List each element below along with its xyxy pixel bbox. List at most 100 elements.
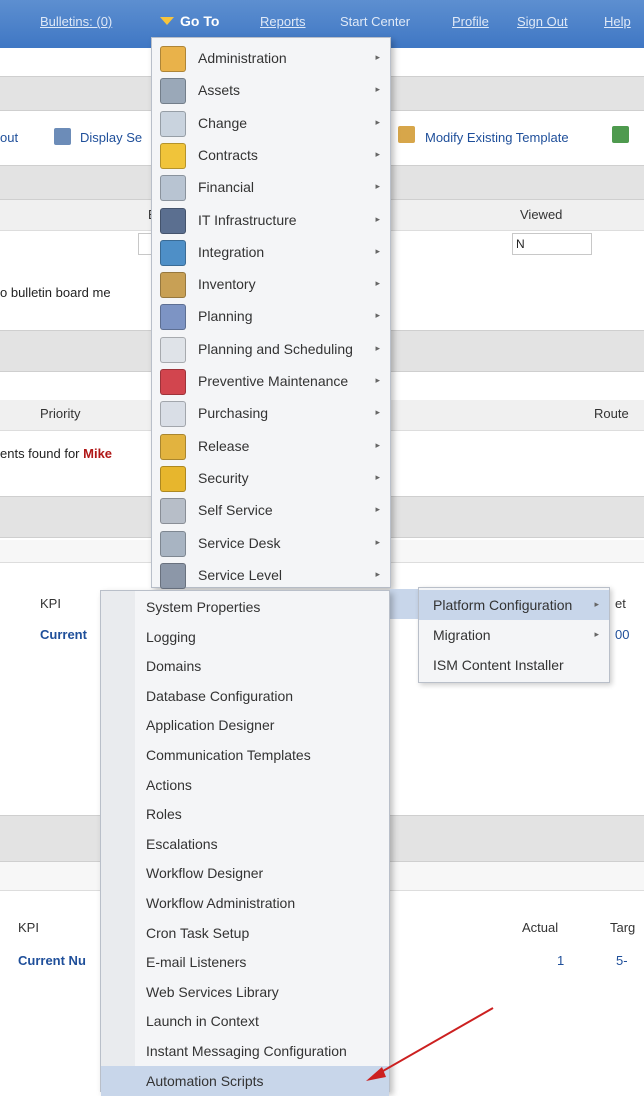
config-submenu-item-label: System Properties xyxy=(146,599,261,615)
toolbar-layout-link[interactable]: out xyxy=(0,130,18,145)
goto-menu-item-planning-and-scheduling[interactable]: Planning and Scheduling ▸ xyxy=(152,333,390,365)
assets-icon xyxy=(160,78,186,105)
platform-highlight-strip xyxy=(390,589,420,619)
config-submenu-item-communication-templates[interactable]: Communication Templates xyxy=(101,740,389,770)
release-icon xyxy=(160,433,186,460)
config-submenu-item-label: Workflow Designer xyxy=(146,865,264,882)
change-icon xyxy=(160,110,186,137)
config-submenu-item-label: Actions xyxy=(146,776,192,793)
submenu-arrow-icon: ▸ xyxy=(375,504,380,515)
config-submenu-item-launch-in-context[interactable]: Launch in Context xyxy=(101,1006,389,1036)
planning-scheduling-icon xyxy=(160,336,186,363)
config-submenu-item-logging[interactable]: Logging xyxy=(101,622,389,652)
no-bulletin-message: o bulletin board me xyxy=(0,285,111,300)
config-submenu-item-application-designer[interactable]: Application Designer xyxy=(101,710,389,740)
submenu-arrow-icon: ▸ xyxy=(375,471,380,482)
config-submenu-item-workflow-designer[interactable]: Workflow Designer xyxy=(101,858,389,888)
config-submenu-item-system-properties[interactable]: System Properties xyxy=(101,592,389,622)
submenu-arrow-icon: ▸ xyxy=(375,116,380,127)
help-link[interactable]: Help xyxy=(604,14,631,29)
config-submenu-item-cron-task-setup[interactable]: Cron Task Setup xyxy=(101,918,389,948)
config-submenu-item-label: Automation Scripts xyxy=(146,1072,264,1089)
goto-menu-item-label: Service Desk xyxy=(198,534,281,551)
goto-menu-item-label: Planning and Scheduling xyxy=(198,340,353,357)
config-submenu-item-label: Launch in Context xyxy=(146,1013,259,1030)
goto-menu-item-change[interactable]: Change ▸ xyxy=(152,107,390,139)
config-submenu-item-label: Roles xyxy=(146,806,182,823)
display-settings-icon[interactable] xyxy=(54,128,71,145)
goto-menu-item-preventive-maintenance[interactable]: Preventive Maintenance ▸ xyxy=(152,365,390,397)
kpi-target-header: et xyxy=(615,596,626,611)
inventory-icon xyxy=(160,272,186,299)
kpi-header: KPI xyxy=(40,596,61,611)
platform-submenu-item-platform-configuration[interactable]: Platform Configuration ▸ xyxy=(419,590,609,620)
save-template-icon[interactable] xyxy=(612,126,629,143)
submenu-arrow-icon: ▸ xyxy=(375,407,380,418)
sign-out-link[interactable]: Sign Out xyxy=(517,14,568,29)
platform-configuration-submenu: System Properties Logging Domains Database … xyxy=(100,590,390,1096)
preventive-maintenance-icon xyxy=(160,369,186,395)
viewed-filter-field[interactable]: N xyxy=(512,233,592,255)
goto-menu-item-self-service[interactable]: Self Service ▸ xyxy=(152,494,390,526)
config-submenu-item-escalations[interactable]: Escalations xyxy=(101,829,389,859)
edit-template-icon[interactable] xyxy=(398,126,415,143)
goto-menu-item-service-level[interactable]: Service Level ▸ xyxy=(152,559,390,591)
start-center-link[interactable]: Start Center xyxy=(340,14,410,29)
reports-link[interactable]: Reports xyxy=(260,14,306,29)
goto-menu-item-release[interactable]: Release ▸ xyxy=(152,430,390,462)
goto-menu-item-integration[interactable]: Integration ▸ xyxy=(152,236,390,268)
service-level-icon xyxy=(160,562,186,589)
config-submenu-item-e-mail-listeners[interactable]: E-mail Listeners xyxy=(101,947,389,977)
goto-menu-item-administration[interactable]: Administration ▸ xyxy=(152,42,390,74)
config-submenu-item-actions[interactable]: Actions xyxy=(101,770,389,800)
config-submenu-item-database-configuration[interactable]: Database Configuration xyxy=(101,681,389,711)
viewed-header: Viewed xyxy=(520,207,563,222)
platform-submenu: Platform Configuration ▸ Migration ▸ ISM Con… xyxy=(418,587,610,683)
inbox-user-name: Mike xyxy=(83,446,113,461)
bulletins-link[interactable]: Bulletins: (0) xyxy=(40,14,112,29)
kpi2-current-link[interactable]: Current Nu xyxy=(18,953,86,968)
goto-menu-item-financial[interactable]: Financial ▸ xyxy=(152,171,390,203)
goto-menu-item-inventory[interactable]: Inventory ▸ xyxy=(152,268,390,300)
goto-menu-item-planning[interactable]: Planning ▸ xyxy=(152,300,390,332)
submenu-arrow-icon: ▸ xyxy=(375,375,380,385)
goto-menu-item-contracts[interactable]: Contracts ▸ xyxy=(152,139,390,171)
goto-menu-item-assets[interactable]: Assets ▸ xyxy=(152,74,390,106)
goto-menu-item-label: Contracts xyxy=(198,146,258,163)
goto-menu-item-label: Administration xyxy=(198,50,287,66)
config-submenu-item-label: Communication Templates xyxy=(146,747,311,763)
goto-menu-item-security[interactable]: Security ▸ xyxy=(152,462,390,494)
config-submenu-item-label: Application Designer xyxy=(146,717,275,734)
platform-submenu-item-ism-content-installer[interactable]: ISM Content Installer xyxy=(419,650,609,680)
administration-icon xyxy=(160,46,186,72)
modify-template-link[interactable]: Modify Existing Template xyxy=(425,130,569,145)
config-submenu-item-web-services-library[interactable]: Web Services Library xyxy=(101,977,389,1007)
goto-menu-item-label: Integration xyxy=(198,243,265,260)
kpi2-actual-header: Actual xyxy=(522,920,559,935)
display-settings-link[interactable]: Display Se xyxy=(80,130,142,145)
config-submenu-item-domains[interactable]: Domains xyxy=(101,651,389,681)
config-submenu-item-roles[interactable]: Roles xyxy=(101,799,389,829)
goto-menu-item-it-infrastructure[interactable]: IT Infrastructure ▸ xyxy=(152,204,390,236)
it-infrastructure-icon xyxy=(160,207,186,234)
route-header: Route xyxy=(594,406,629,421)
config-submenu-item-label: Database Configuration xyxy=(146,687,294,704)
goto-menu-button[interactable]: Go To xyxy=(180,13,219,29)
goto-menu-item-service-desk[interactable]: Service Desk ▸ xyxy=(152,527,390,559)
submenu-arrow-icon: ▸ xyxy=(594,599,599,609)
platform-submenu-item-migration[interactable]: Migration ▸ xyxy=(419,620,609,650)
submenu-arrow-icon: ▸ xyxy=(375,245,380,256)
goto-menu-item-label: Planning xyxy=(198,308,253,325)
goto-menu-item-label: Security xyxy=(198,469,249,486)
purchasing-icon xyxy=(160,401,186,428)
config-submenu-item-automation-scripts[interactable]: Automation Scripts xyxy=(101,1065,389,1096)
config-submenu-item-label: Cron Task Setup xyxy=(146,924,250,941)
config-submenu-item-workflow-administration[interactable]: Workflow Administration xyxy=(101,888,389,918)
goto-menu-item-purchasing[interactable]: Purchasing ▸ xyxy=(152,397,390,429)
profile-link[interactable]: Profile xyxy=(452,14,489,29)
submenu-arrow-icon: ▸ xyxy=(375,342,380,353)
config-submenu-item-label: Logging xyxy=(146,628,196,645)
kpi-current-link[interactable]: Current xyxy=(40,627,87,642)
config-submenu-item-instant-messaging-configuration[interactable]: Instant Messaging Configuration xyxy=(101,1036,389,1066)
goto-menu-item-label: Release xyxy=(198,437,250,454)
